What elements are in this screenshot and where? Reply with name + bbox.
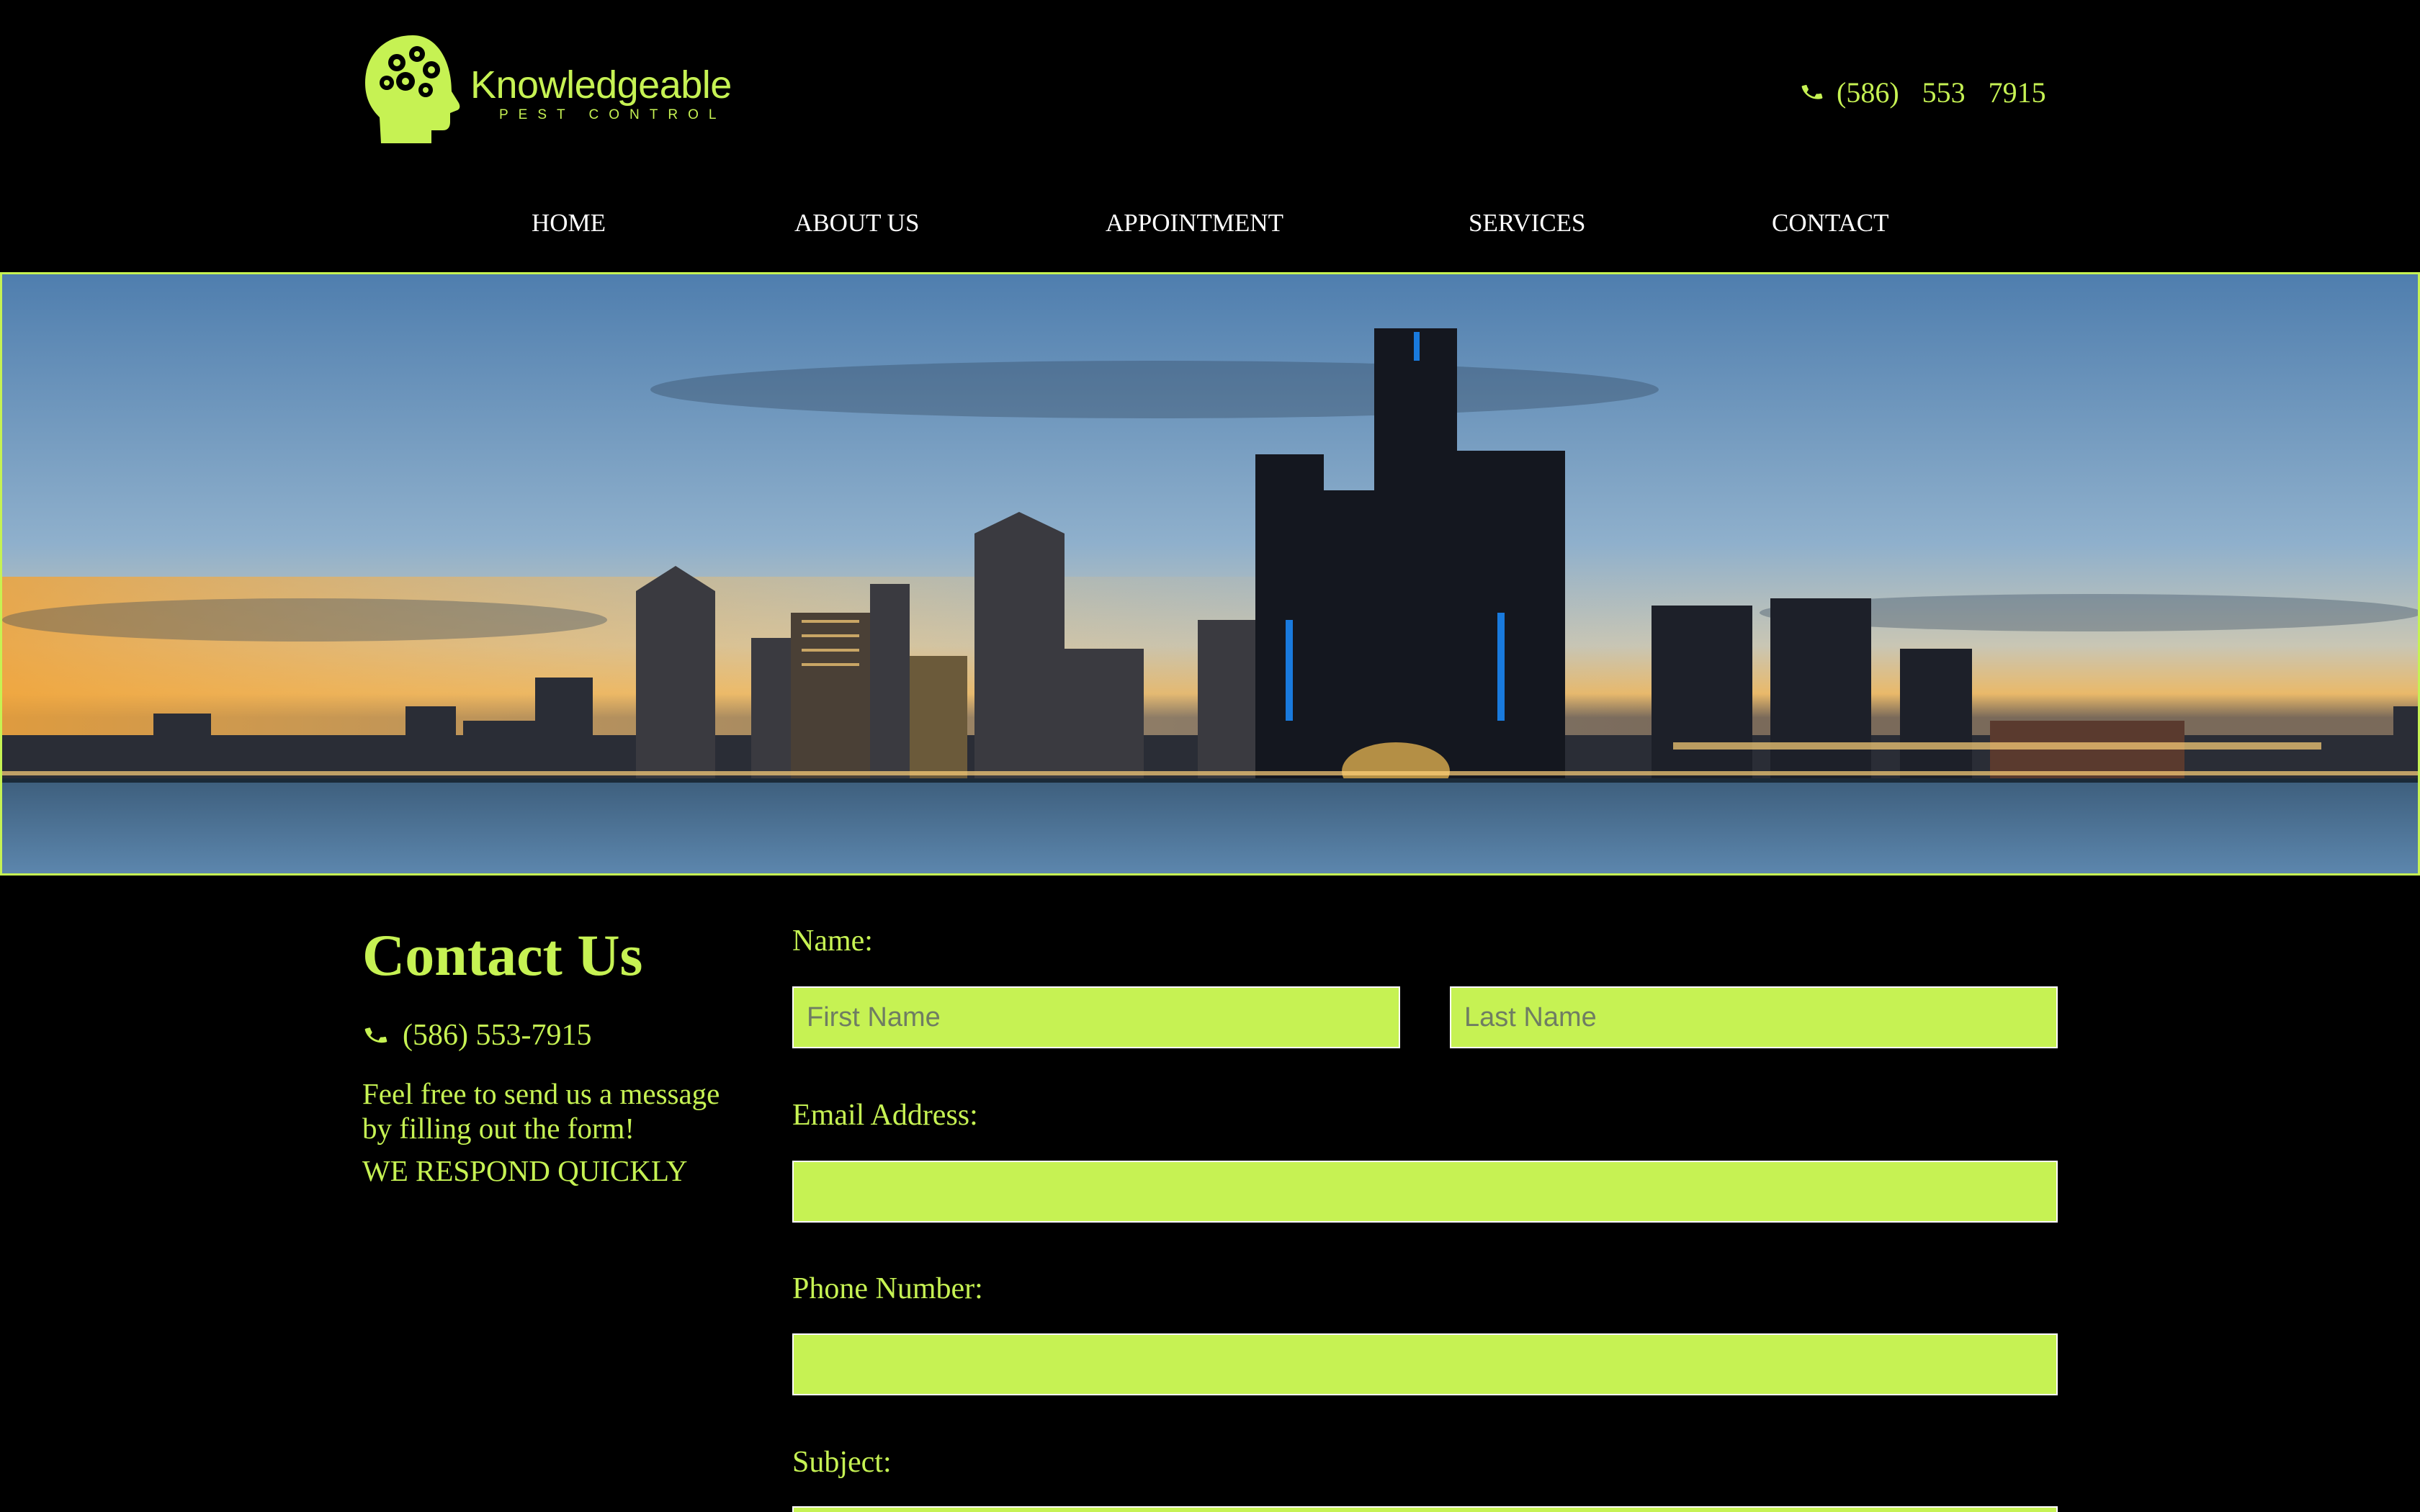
contact-title: Contact Us bbox=[362, 922, 643, 988]
phone-label: Phone Number: bbox=[792, 1272, 983, 1305]
contact-phone-number: (586) 553-7915 bbox=[403, 1019, 592, 1052]
main-nav: HOME ABOUT US APPOINTMENT SERVICES CONTA… bbox=[0, 209, 2420, 245]
phone-input[interactable] bbox=[792, 1333, 2058, 1395]
page: Knowledgeable PEST CONTROL (586) 553 791… bbox=[0, 0, 2420, 1512]
contact-phone[interactable]: (586) 553-7915 bbox=[364, 1015, 591, 1056]
nav-item-home[interactable]: HOME bbox=[532, 209, 606, 238]
head-gears-logo-icon bbox=[365, 35, 460, 143]
subject-input[interactable] bbox=[792, 1506, 2058, 1512]
city-skyline-image bbox=[2, 274, 2418, 873]
brand-logo[interactable]: Knowledgeable PEST CONTROL bbox=[362, 32, 732, 148]
contact-respond-text: WE RESPOND QUICKLY bbox=[362, 1154, 688, 1187]
brand-tagline: PEST CONTROL bbox=[499, 107, 727, 122]
header-phone-number: (586) 553 7915 bbox=[1837, 76, 2046, 109]
subject-label: Subject: bbox=[792, 1446, 892, 1479]
phone-icon bbox=[364, 1027, 387, 1043]
last-name-input[interactable] bbox=[1450, 986, 2058, 1048]
hero-banner bbox=[0, 272, 2420, 876]
nav-item-contact[interactable]: CONTACT bbox=[1772, 209, 1888, 238]
brand-name: Knowledgeable bbox=[470, 63, 732, 107]
contact-message: Feel free to send us a message by fillin… bbox=[362, 1077, 720, 1145]
nav-item-about-us[interactable]: ABOUT US bbox=[794, 209, 919, 238]
name-label: Name: bbox=[792, 924, 873, 958]
header-phone[interactable]: (586) 553 7915 bbox=[1801, 72, 2046, 112]
first-name-input[interactable] bbox=[792, 986, 1400, 1048]
nav-item-services[interactable]: SERVICES bbox=[1469, 209, 1586, 238]
email-label: Email Address: bbox=[792, 1099, 978, 1132]
nav-item-appointment[interactable]: APPOINTMENT bbox=[1106, 209, 1283, 238]
phone-icon bbox=[1801, 84, 1823, 99]
email-input[interactable] bbox=[792, 1161, 2058, 1223]
